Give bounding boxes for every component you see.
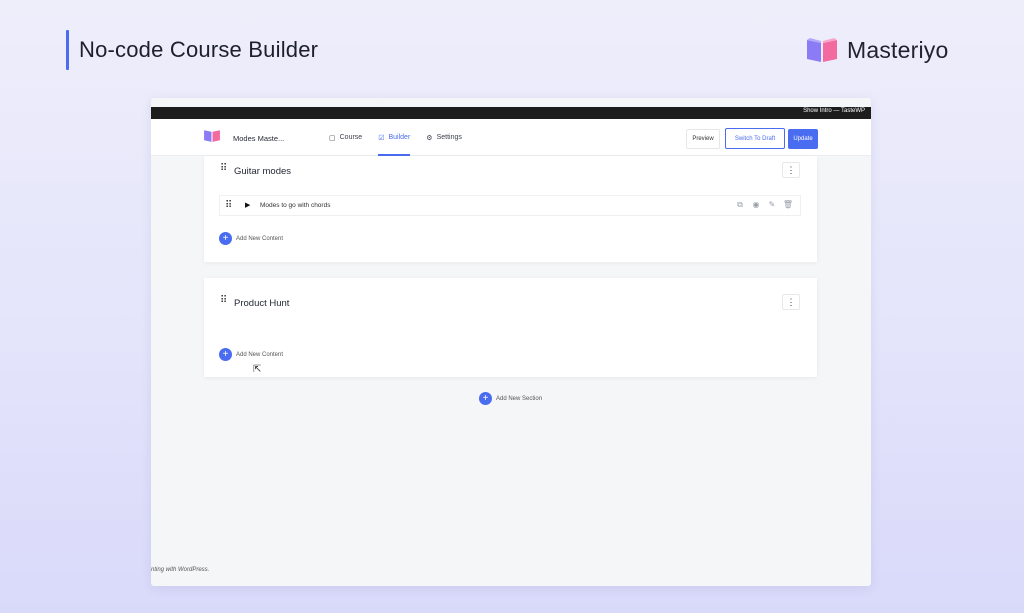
hero-title-group: No-code Course Builder <box>66 30 318 70</box>
lesson-row[interactable]: ⠿ ▶ Modes to go with chords ⧉ ◉ ✎ 🗑 <box>219 195 801 216</box>
open-book-logo-icon <box>807 38 837 62</box>
tab-builder-label: Builder <box>388 134 411 141</box>
add-new-content-button[interactable]: + Add New Content <box>219 232 283 245</box>
footer-text: nting with WordPress. <box>151 567 210 573</box>
plus-icon: + <box>479 392 492 405</box>
plus-icon: + <box>219 348 232 361</box>
drag-handle-icon[interactable]: ⠿ <box>220 296 227 306</box>
edit-icon[interactable]: ✎ <box>766 200 778 210</box>
copy-icon[interactable]: ⧉ <box>734 200 746 210</box>
course-icon: ▢ <box>329 134 336 142</box>
add-content-label: Add New Content <box>236 351 284 358</box>
lesson-title: Modes to go with chords <box>260 202 331 209</box>
delete-icon[interactable]: 🗑 <box>782 200 794 210</box>
switch-to-draft-button[interactable]: Switch To Draft <box>725 128 785 149</box>
add-new-section-button[interactable]: + Add New Section <box>479 392 542 405</box>
hero-title: No-code Course Builder <box>79 37 319 62</box>
preview-button[interactable]: Preview <box>686 129 720 149</box>
add-section-label: Add New Section <box>496 395 543 402</box>
brand-logo: Masteriyo <box>805 36 949 64</box>
section-title: Product Hunt <box>234 298 290 309</box>
preview-eye-icon[interactable]: ◉ <box>750 200 762 210</box>
play-icon: ▶ <box>245 202 251 209</box>
course-builder-header: Modes Maste... ▢ Course ☑ Builder ⚙ Sett… <box>151 119 871 156</box>
section-card: ⠿ Product Hunt ⋮ + Add New Content <box>204 278 817 377</box>
section-title: Guitar modes <box>234 166 292 177</box>
update-button[interactable]: Update <box>788 129 818 149</box>
brand-name: Masteriyo <box>847 36 949 63</box>
tab-course[interactable]: ▢ Course <box>329 119 362 156</box>
masteriyo-logo-icon[interactable] <box>203 128 221 143</box>
builder-nav: ▢ Course ☑ Builder ⚙ Settings <box>329 119 478 156</box>
add-new-content-button[interactable]: + Add New Content <box>219 348 283 361</box>
drag-handle-icon[interactable]: ⠿ <box>225 201 232 211</box>
plus-icon: + <box>219 232 232 245</box>
hero-accent-bar <box>66 30 69 70</box>
wp-admin-bar: Show Intro — TasteWP <box>151 107 871 119</box>
tab-settings[interactable]: ⚙ Settings <box>426 119 462 156</box>
admin-bar-text[interactable]: Show Intro — TasteWP <box>803 108 865 114</box>
tab-course-label: Course <box>339 134 363 141</box>
app-window: Show Intro — TasteWP Modes Maste... ▢ Co… <box>151 98 871 586</box>
lesson-actions: ⧉ ◉ ✎ 🗑 <box>730 200 794 210</box>
drag-handle-icon[interactable]: ⠿ <box>220 164 227 174</box>
tab-builder[interactable]: ☑ Builder <box>378 119 411 156</box>
mouse-cursor-icon: ⇱ <box>253 364 262 375</box>
add-content-label: Add New Content <box>236 235 284 242</box>
course-name: Modes Maste... <box>233 134 285 143</box>
section-menu-button[interactable]: ⋮ <box>782 294 800 310</box>
tab-settings-label: Settings <box>436 134 462 141</box>
section-card: ⠿ Guitar modes ⋮ ⠿ ▶ Modes to go with ch… <box>204 156 817 262</box>
builder-icon: ☑ <box>378 134 385 142</box>
section-menu-button[interactable]: ⋮ <box>782 162 800 178</box>
settings-icon: ⚙ <box>426 134 433 142</box>
